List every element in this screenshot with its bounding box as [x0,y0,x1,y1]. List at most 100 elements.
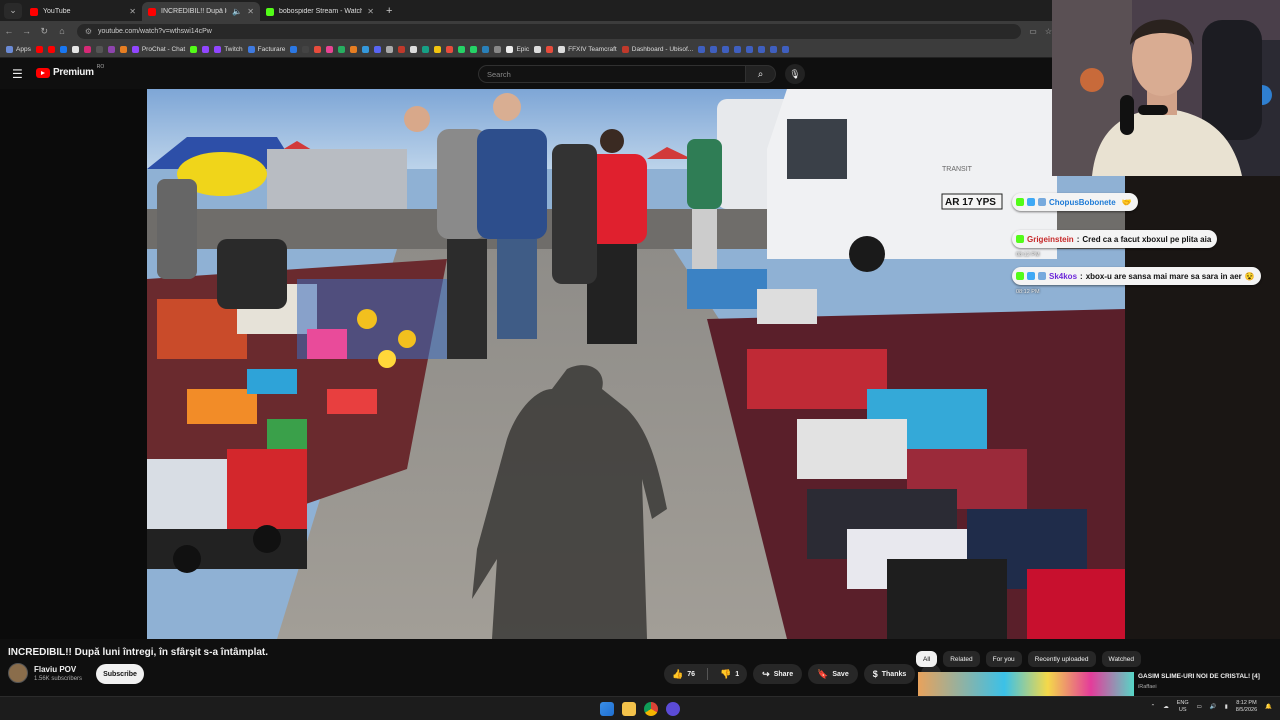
bookmark-icon[interactable] [410,45,418,53]
bookmark-icon[interactable] [546,45,554,53]
channel-avatar[interactable] [8,663,28,683]
bookmark-icon[interactable] [482,45,490,53]
new-tab-button[interactable]: + [386,5,392,17]
bookmark-icon[interactable] [290,45,298,53]
bookmark-icon[interactable] [83,45,91,53]
bookmark-icon[interactable] [722,45,730,53]
bookmark-icon[interactable] [119,45,127,53]
app-icon[interactable] [666,702,680,716]
network-icon[interactable]: ▭ [1197,704,1202,710]
start-icon[interactable] [600,702,614,716]
bookmark-icon[interactable] [434,45,442,53]
youtube-logo[interactable]: Premium RO [36,64,104,78]
chip-for-you[interactable]: For you [985,651,1022,667]
tray-app-icon[interactable]: ☁ [1163,704,1169,710]
bookmark-icon[interactable] [698,45,706,53]
bookmark-icon[interactable] [59,45,67,53]
subscribe-button[interactable]: Subscribe [96,664,144,684]
like-button[interactable]: 👍 76 [664,664,703,684]
bookmark-icon[interactable] [710,45,718,53]
bookmark-icon[interactable] [302,45,310,53]
channel-name[interactable]: Flaviu POV [34,665,76,674]
search-button[interactable]: ⌕ [746,65,776,83]
bookmark-icon[interactable] [326,45,334,53]
tab-video[interactable]: INCREDIBIL!! După luni întreg 🔈 ✕ [142,2,260,21]
tab-title: bobospider Stream - Watch Liv [279,8,363,15]
bookmark-icon[interactable] [350,45,358,53]
bookmark-icon[interactable] [202,45,210,53]
bookmark-icon[interactable] [314,45,322,53]
forward-icon[interactable]: → [18,26,36,36]
chip-watched[interactable]: Watched [1101,651,1141,667]
cast-icon[interactable]: ▭ [1029,27,1037,36]
bookmark-icon: 🔖 [817,668,829,679]
bookmark-icon[interactable] [458,45,466,53]
bookmark-icon[interactable] [71,45,79,53]
tab-youtube[interactable]: YouTube ✕ [24,2,142,21]
chrome-icon[interactable] [644,702,658,716]
search-input[interactable]: Search [478,65,746,83]
mute-tab-icon[interactable]: 🔈 [232,7,242,16]
bookmark-icon[interactable] [398,45,406,53]
bookmark-icon[interactable] [190,45,198,53]
tab-kick-stream[interactable]: bobospider Stream - Watch Liv ✕ [260,2,380,21]
bookmark-icon[interactable] [422,45,430,53]
tray-chevron-icon[interactable]: ⌃ [1151,704,1156,710]
bookmark-icon[interactable] [494,45,502,53]
bookmark-icon[interactable] [107,45,115,53]
share-button[interactable]: ↪ Share [753,664,803,684]
chip-all[interactable]: All [916,651,938,667]
bookmark-icon[interactable] [338,45,346,53]
bookmark-icon[interactable] [386,45,394,53]
bookmark-icon[interactable] [734,45,742,53]
home-icon[interactable]: ⌂ [53,26,71,36]
recommended-channel[interactable]: iRaffaei [1138,684,1157,690]
bookmark-twitch[interactable]: Twitch [214,45,243,53]
chip-recently-uploaded[interactable]: Recently uploaded [1027,651,1096,667]
url-bar[interactable]: ⚙ youtube.com/watch?v=wthswi14cPw [76,23,1022,39]
kick-favicon-icon [266,7,274,16]
back-icon[interactable]: ← [0,26,18,36]
bookmark-icon[interactable] [374,45,382,53]
thanks-button[interactable]: $ Thanks [863,664,916,684]
video-player[interactable]: AR 17 YPS TRANSIT [147,89,1125,639]
file-explorer-icon[interactable] [622,702,636,716]
tab-search-icon[interactable]: ⌄ [4,2,22,19]
recommended-title[interactable]: GASIM SLIME-URI NOI DE CRISTAL! [4] [1138,673,1260,680]
bookmark-icon[interactable] [758,45,766,53]
hamburger-menu-icon[interactable]: ☰ [12,67,23,81]
recommendation-chips: All Related For you Recently uploaded Wa… [916,651,1141,667]
reload-icon[interactable]: ↻ [35,26,53,37]
bookmark-ffxiv-teamcraft[interactable]: FFXIV Teamcraft [558,45,617,53]
dislike-button[interactable]: 👎 1 [712,664,747,684]
battery-icon[interactable]: ▮ [1225,704,1228,710]
bookmark-icon[interactable] [95,45,103,53]
bookmark-facturare[interactable]: Facturare [247,45,285,53]
language-indicator[interactable]: ENG US [1177,700,1189,714]
close-tab-icon[interactable]: ✕ [129,7,136,16]
bookmark-icon[interactable] [35,45,43,53]
voice-search-button[interactable]: 🎙 [785,64,805,84]
notifications-icon[interactable]: 🔔 [1265,704,1272,710]
bookmark-icon[interactable] [470,45,478,53]
bookmark-epic[interactable]: Epic [506,45,529,53]
site-info-icon[interactable]: ⚙ [85,27,92,36]
bookmark-prochat[interactable]: ProChat - Chat [131,45,185,53]
bookmark-icon[interactable] [534,45,542,53]
bookmark-icon[interactable] [782,45,790,53]
volume-icon[interactable]: 🔊 [1210,704,1217,710]
recommended-thumbnail[interactable] [918,672,1134,696]
bookmark-icon[interactable] [746,45,754,53]
close-tab-icon[interactable]: ✕ [247,7,254,16]
save-button[interactable]: 🔖 Save [808,664,858,684]
bookmark-icon[interactable] [47,45,55,53]
bookmark-icon[interactable] [770,45,778,53]
clock[interactable]: 8:12 PM 8/5/2026 [1236,700,1257,714]
bookmark-icon[interactable] [446,45,454,53]
chip-related[interactable]: Related [943,651,980,667]
bookmark-apps[interactable]: Apps [6,45,31,53]
close-tab-icon[interactable]: ✕ [367,7,374,16]
bookmark-ubisoft-dashboard[interactable]: Dashboard - Ubisof... [621,45,693,53]
bookmark-star-icon[interactable]: ☆ [1045,27,1052,36]
bookmark-icon[interactable] [362,45,370,53]
